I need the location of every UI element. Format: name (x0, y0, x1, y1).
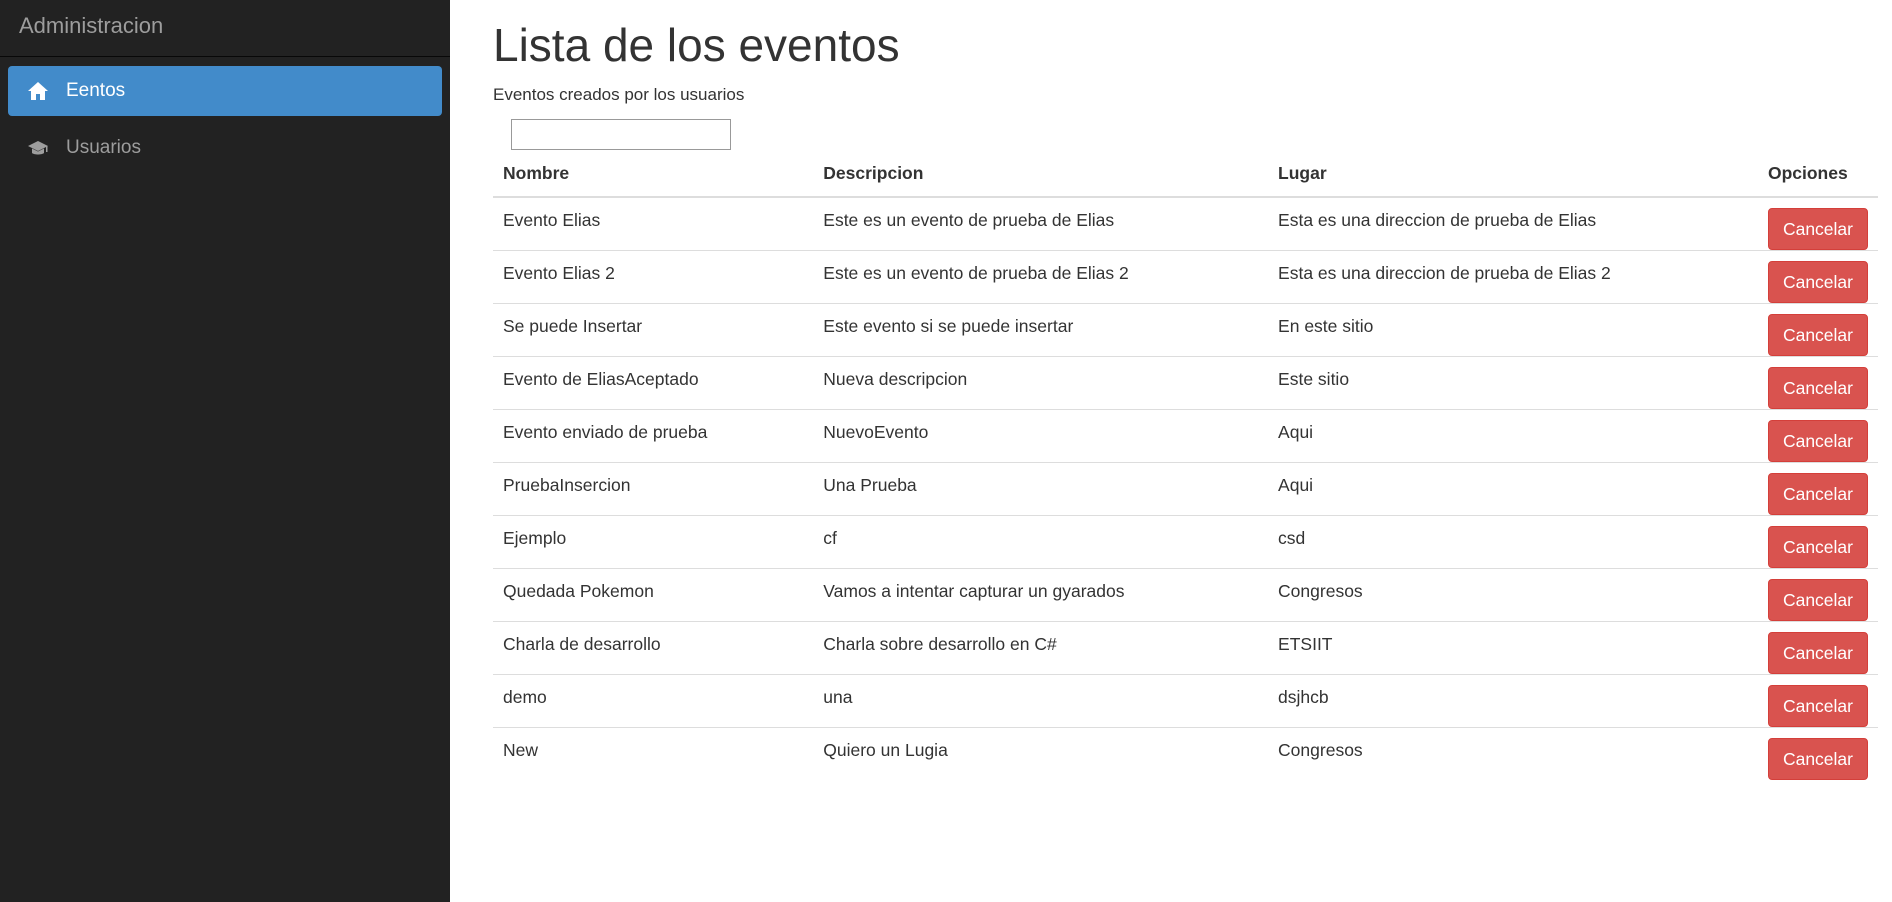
cell-lugar: En este sitio (1268, 303, 1758, 357)
cancel-button[interactable]: Cancelar (1767, 579, 1868, 621)
cancel-button[interactable]: Cancelar (1767, 473, 1868, 515)
cell-nombre: New (493, 727, 814, 780)
cell-opciones: Cancelar (1757, 356, 1878, 410)
table-row: Ejemplo cf csd Cancelar (493, 515, 1878, 569)
cell-nombre: demo (493, 674, 814, 728)
cell-lugar: Congresos (1268, 568, 1758, 622)
search-input[interactable] (511, 119, 731, 150)
cell-lugar: Este sitio (1268, 356, 1758, 410)
table-row: Quedada Pokemon Vamos a intentar capturar… (493, 568, 1878, 622)
cell-lugar: ETSIIT (1268, 621, 1758, 675)
cell-descripcion: una (813, 674, 1269, 728)
sidebar-item-eventos[interactable]: Eentos (8, 66, 442, 116)
cell-opciones: Cancelar (1757, 621, 1878, 675)
cell-opciones: Cancelar (1757, 727, 1878, 780)
table-row: Se puede Insertar Este evento si se puede… (493, 303, 1878, 357)
cell-nombre: PruebaInsercion (493, 462, 814, 516)
cell-opciones: Cancelar (1758, 197, 1878, 251)
column-header-descripcion: Descripcion (813, 153, 1269, 198)
cell-opciones: Cancelar (1757, 303, 1878, 357)
cell-descripcion: Este es un evento de prueba de Elias (823, 210, 1115, 230)
cell-nombre: Charla de desarrollo (493, 621, 814, 675)
table-row: New Quiero un Lugia Congresos Cancelar (493, 727, 1878, 780)
cancel-button[interactable]: Cancelar (1767, 367, 1868, 409)
cell-opciones: Cancelar (1757, 409, 1878, 463)
home-icon (26, 79, 50, 103)
cancel-button[interactable]: Cancelar (1767, 208, 1868, 250)
page-title: Lista de los eventos (493, 19, 900, 71)
cell-descripcion: Vamos a intentar capturar un gyarados (813, 568, 1269, 622)
column-header-lugar: Lugar (1268, 153, 1758, 198)
graduation-cap-icon (26, 136, 50, 160)
table-header-row: Nombre Descripcion Lugar Opciones (493, 153, 1878, 198)
cell-descripcion: Una Prueba (813, 462, 1269, 516)
cell-opciones: Cancelar (1757, 568, 1878, 622)
cell-lugar: Aqui (1268, 462, 1758, 516)
events-table-body: Evento Elias Este es un evento de prueba … (493, 197, 1878, 780)
column-header-opciones: Opciones (1757, 153, 1878, 198)
column-header-nombre: Nombre (493, 153, 814, 198)
sidebar-item-label: Usuarios (66, 137, 141, 158)
cell-nombre: Ejemplo (493, 515, 814, 569)
cancel-button[interactable]: Cancelar (1767, 420, 1868, 462)
page-subtitle: Eventos creados por los usuarios (493, 85, 745, 104)
cancel-button[interactable]: Cancelar (1767, 261, 1868, 303)
cell-descripcion: cf (813, 515, 1269, 569)
cell-nombre: Evento Elias 2 (493, 250, 814, 304)
cell-lugar: Congresos (1268, 727, 1758, 780)
cell-lugar: dsjhcb (1268, 674, 1758, 728)
sidebar-brand[interactable]: Administracion (0, 0, 450, 57)
cell-lugar: Aqui (1268, 409, 1758, 463)
cell-nombre: Se puede Insertar (493, 303, 814, 357)
cell-descripcion: Charla sobre desarrollo en C# (813, 621, 1269, 675)
cell-descripcion: Quiero un Lugia (813, 727, 1269, 780)
table-row: Charla de desarrollo Charla sobre desarro… (493, 621, 1878, 675)
cancel-button[interactable]: Cancelar (1767, 314, 1868, 356)
table-row: Evento Elias Este es un evento de prueba … (493, 197, 1878, 251)
cancel-button[interactable]: Cancelar (1767, 632, 1868, 674)
cell-descripcion: Este evento si se puede insertar (813, 303, 1269, 357)
cell-lugar: csd (1268, 515, 1758, 569)
cell-nombre: Evento de EliasAceptado (493, 356, 814, 410)
sidebar-item-usuarios[interactable]: Usuarios (8, 123, 442, 173)
cancel-button[interactable]: Cancelar (1767, 685, 1868, 727)
table-row: Evento enviado de prueba NuevoEvento Aqui C… (493, 409, 1878, 463)
table-row: Evento de EliasAceptado Nueva descripcion… (493, 356, 1878, 410)
cell-lugar: Esta es una direccion de prueba de Elias… (1268, 250, 1758, 304)
sidebar: Administracion Eentos Usuarios (0, 0, 450, 902)
cell-opciones: Cancelar (1757, 250, 1878, 304)
cell-nombre: Evento Elias (503, 210, 601, 230)
cell-descripcion: NuevoEvento (813, 409, 1269, 463)
table-row: PruebaInsercion Una Prueba Aqui Cancelar (493, 462, 1878, 516)
table-row: Evento Elias 2 Este es un evento de prueb… (493, 250, 1878, 304)
cancel-button[interactable]: Cancelar (1767, 738, 1868, 780)
table-row: demo una dsjhcb Cancelar (493, 674, 1878, 728)
cell-descripcion: Este es un evento de prueba de Elias 2 (813, 250, 1269, 304)
cell-lugar: Esta es una direccion de prueba de Elias (1278, 210, 1597, 230)
main-content: Lista de los eventos Eventos creados por… (493, 0, 1878, 902)
cell-opciones: Cancelar (1757, 462, 1878, 516)
cell-descripcion: Nueva descripcion (813, 356, 1269, 410)
cell-nombre: Evento enviado de prueba (493, 409, 814, 463)
cell-opciones: Cancelar (1757, 674, 1878, 728)
cell-nombre: Quedada Pokemon (493, 568, 814, 622)
events-table: Nombre Descripcion Lugar Opciones Evento… (493, 153, 1878, 780)
sidebar-nav: Eentos Usuarios (0, 57, 450, 173)
cell-opciones: Cancelar (1757, 515, 1878, 569)
sidebar-item-label: Eentos (66, 80, 126, 101)
cancel-button[interactable]: Cancelar (1767, 526, 1868, 568)
